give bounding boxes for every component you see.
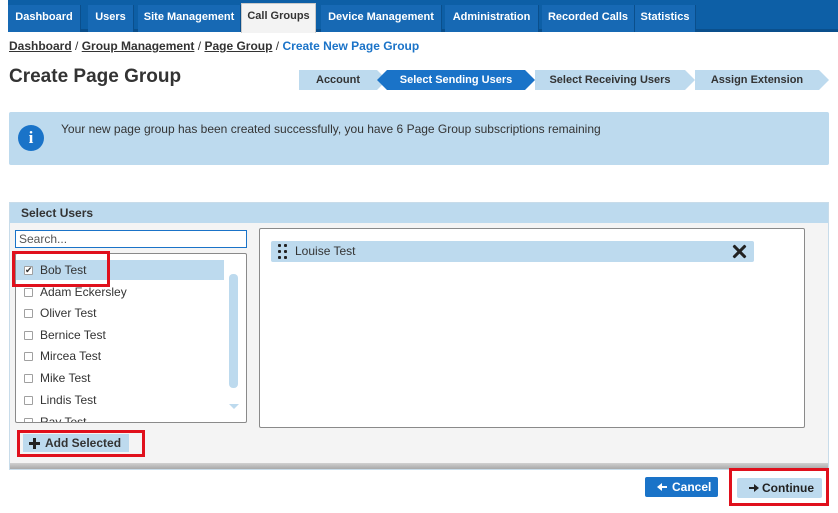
selected-users-area: Louise Test: [259, 228, 805, 428]
user-label: Bernice Test: [40, 328, 106, 342]
checkbox[interactable]: [24, 309, 33, 318]
selected-user-item[interactable]: Louise Test: [271, 241, 754, 262]
tab-device-management[interactable]: Device Management: [321, 5, 442, 32]
selected-user-label: Louise Test: [295, 244, 356, 258]
user-label: Ray Test: [40, 415, 87, 423]
tab-statistics[interactable]: Statistics: [635, 5, 696, 32]
list-item[interactable]: Bernice Test: [16, 325, 224, 345]
info-icon: i: [18, 125, 44, 151]
step-arrow-icon: [525, 70, 535, 90]
breadcrumb-page-group[interactable]: Page Group: [204, 39, 272, 53]
tab-dashboard[interactable]: Dashboard: [8, 5, 81, 32]
scroll-down-icon[interactable]: [229, 404, 239, 409]
step-select-sending-users: Select Sending Users: [387, 70, 525, 90]
panel-heading: Select Users: [10, 203, 828, 223]
info-banner: i Your new page group has been created s…: [9, 112, 829, 165]
user-label: Mircea Test: [40, 349, 102, 363]
list-item[interactable]: Mike Test: [16, 368, 224, 388]
arrow-right-icon: [749, 484, 759, 492]
step-account: Account: [299, 70, 377, 90]
breadcrumb-separator: /: [75, 39, 79, 53]
step-label: Account: [316, 74, 360, 86]
plus-icon: [29, 438, 40, 449]
breadcrumb-group-management[interactable]: Group Management: [82, 39, 195, 53]
user-label: Oliver Test: [40, 306, 97, 320]
tab-site-management[interactable]: Site Management: [138, 5, 241, 32]
list-scrollbar[interactable]: [229, 274, 238, 388]
breadcrumb: Dashboard / Group Management / Page Grou…: [9, 39, 419, 53]
step-select-receiving-users: Select Receiving Users: [535, 70, 685, 90]
checkbox[interactable]: [24, 352, 33, 361]
list-item[interactable]: Ray Test: [16, 412, 224, 423]
checkbox[interactable]: [24, 396, 33, 405]
checkbox[interactable]: [24, 374, 33, 383]
top-nav: Dashboard Users Site Management Call Gro…: [8, 0, 838, 33]
tab-users[interactable]: Users: [88, 5, 134, 32]
breadcrumb-dashboard[interactable]: Dashboard: [9, 39, 72, 53]
arrow-left-icon: [658, 484, 667, 490]
drag-handle-icon[interactable]: [278, 244, 288, 259]
close-icon[interactable]: [732, 244, 746, 258]
checkbox[interactable]: [24, 331, 33, 340]
list-item[interactable]: Lindis Test: [16, 390, 224, 410]
search-input[interactable]: [15, 230, 247, 248]
step-label: Assign Extension: [710, 74, 804, 86]
add-selected-button[interactable]: Add Selected: [23, 434, 129, 452]
step-label: Select Sending Users: [399, 74, 513, 86]
checkbox[interactable]: [24, 288, 33, 297]
step-assign-extension: Assign Extension: [695, 70, 819, 90]
user-label: Mike Test: [40, 371, 91, 385]
list-item[interactable]: Oliver Test: [16, 303, 224, 323]
user-label: Lindis Test: [40, 393, 97, 407]
tab-administration[interactable]: Administration: [445, 5, 539, 32]
highlight-box: [12, 251, 110, 287]
page-title: Create Page Group: [9, 66, 182, 87]
cancel-button[interactable]: Cancel: [645, 477, 718, 497]
checkbox[interactable]: [24, 418, 33, 422]
breadcrumb-current: Create New Page Group: [282, 39, 420, 53]
list-item[interactable]: Mircea Test: [16, 346, 224, 366]
wizard-steps: Account Select Sending Users Select Rece…: [299, 70, 829, 90]
info-message: Your new page group has been created suc…: [61, 122, 601, 136]
tab-call-groups[interactable]: Call Groups: [241, 3, 316, 33]
step-arrow-icon: [685, 70, 695, 90]
continue-label: Continue: [762, 481, 814, 495]
panel-footer-bar: [10, 463, 828, 469]
tab-recorded-calls[interactable]: Recorded Calls: [542, 5, 635, 32]
breadcrumb-separator: /: [197, 39, 202, 53]
cancel-label: Cancel: [672, 480, 712, 494]
continue-button[interactable]: Continue: [737, 478, 822, 498]
add-selected-label: Add Selected: [45, 436, 122, 450]
step-arrow-icon: [377, 70, 387, 90]
step-arrow-icon: [819, 70, 829, 90]
breadcrumb-separator: /: [275, 39, 280, 53]
step-label: Select Receiving Users: [549, 74, 671, 86]
